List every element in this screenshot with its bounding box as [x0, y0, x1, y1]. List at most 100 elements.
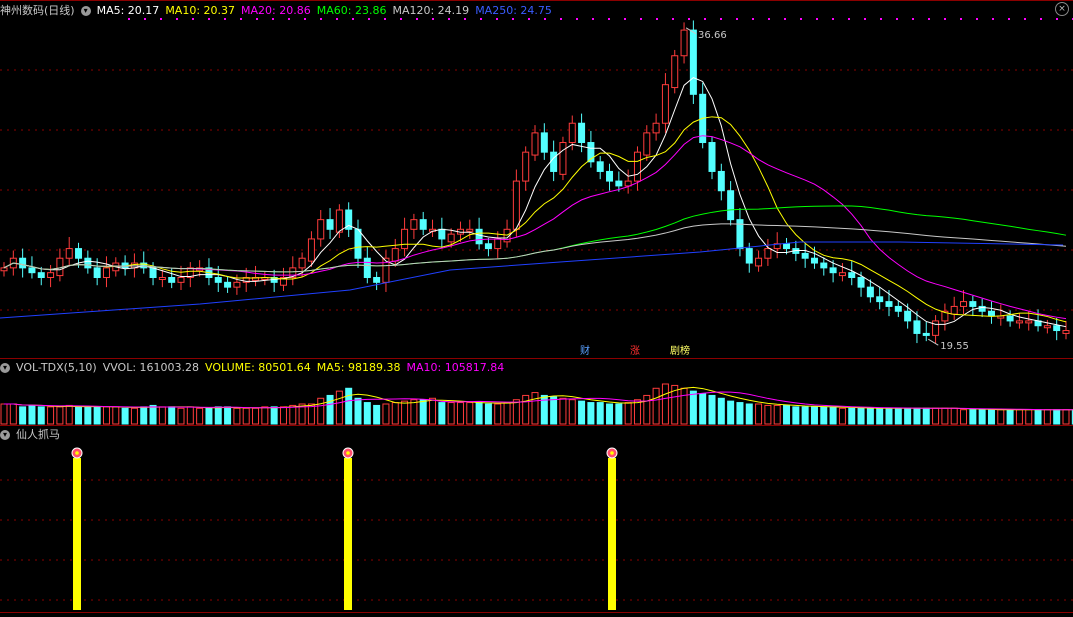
- volume-bar: [224, 406, 232, 425]
- indicator-name[interactable]: 仙人抓马: [16, 427, 60, 443]
- candle: [885, 301, 893, 307]
- volume-bar: [633, 399, 641, 425]
- volume-bar: [792, 406, 800, 425]
- candle: [866, 286, 874, 298]
- volume-bar: [652, 387, 660, 425]
- event-tag-1[interactable]: 涨: [628, 345, 642, 358]
- candle: [932, 320, 940, 336]
- signal-bar: [344, 458, 352, 610]
- candle: [652, 122, 660, 134]
- candle: [1043, 325, 1051, 329]
- dropdown-icon[interactable]: ▾: [0, 363, 10, 373]
- volume-bar: [261, 406, 269, 425]
- volume-bar: [643, 394, 651, 425]
- volume-bar: [606, 403, 614, 425]
- top-dot-marker: [1040, 18, 1042, 20]
- high-price-label: 36.66: [698, 30, 727, 41]
- candle: [596, 161, 604, 172]
- candle: [810, 257, 818, 264]
- candle: [410, 219, 418, 230]
- top-dot-marker: [992, 18, 994, 20]
- candle: [177, 277, 185, 283]
- volume-values: VVOL: 161003.28 VOLUME: 80501.64 MA5: 9818…: [103, 360, 511, 376]
- candle: [559, 142, 567, 175]
- volume-bar: [252, 407, 260, 425]
- candle: [438, 228, 446, 240]
- candle: [987, 310, 995, 317]
- candle: [708, 142, 716, 172]
- candle: [419, 219, 427, 230]
- candle: [168, 277, 176, 283]
- volume-indicator-name[interactable]: VOL-TDX(5,10): [16, 360, 97, 376]
- volume-bar: [876, 407, 884, 425]
- volume-bar: [978, 409, 986, 425]
- volume-bar: [894, 407, 902, 425]
- candle: [950, 305, 958, 315]
- volume-bar: [773, 404, 781, 425]
- volume-bar: [1006, 409, 1014, 425]
- volume-bar: [997, 409, 1005, 425]
- volume-bar: [1043, 409, 1051, 425]
- event-tag-0[interactable]: 财: [578, 345, 592, 358]
- candle: [1025, 320, 1033, 324]
- low-price-label: 19.55: [940, 341, 969, 352]
- volume-bar: [456, 402, 464, 425]
- volume-bar: [932, 407, 940, 425]
- stock-title[interactable]: 神州数码(日线): [0, 3, 75, 19]
- volume-bar: [205, 407, 213, 425]
- signal-bar: [608, 458, 616, 610]
- candle: [801, 252, 809, 259]
- dropdown-icon[interactable]: ▾: [80, 6, 91, 16]
- volume-bar: [112, 406, 120, 425]
- volume-bar: [158, 406, 166, 425]
- event-tag-2[interactable]: 剧榜: [668, 345, 692, 358]
- close-icon[interactable]: ×: [1055, 2, 1069, 16]
- volume-bar: [680, 387, 688, 425]
- volume-bar: [736, 402, 744, 425]
- candle: [224, 281, 232, 288]
- volume-bar: [466, 402, 474, 425]
- candle: [307, 238, 315, 262]
- candle: [783, 243, 791, 250]
- volume-bar: [708, 394, 716, 425]
- volume-bar: [270, 406, 278, 425]
- candle: [475, 228, 483, 245]
- candle: [848, 272, 856, 279]
- volume-bar: [484, 403, 492, 425]
- volume-bar: [987, 409, 995, 425]
- candle: [960, 301, 968, 307]
- ma-label-2: MA20: 20.86: [241, 4, 311, 17]
- volume-bar: [214, 406, 222, 425]
- volume-bar: [363, 402, 371, 425]
- top-dot-marker: [736, 18, 738, 20]
- candle: [93, 267, 101, 279]
- volume-bar: [941, 407, 949, 425]
- candle: [689, 29, 697, 95]
- volume-bar: [56, 406, 64, 425]
- top-dot-marker: [768, 18, 770, 20]
- top-dot-marker: [608, 18, 610, 20]
- flower-center: [610, 451, 614, 455]
- candle: [391, 248, 399, 262]
- volume-bar: [494, 403, 502, 425]
- kline-chart[interactable]: 36.66 19.55: [0, 0, 1073, 617]
- volume-bar: [382, 403, 390, 425]
- low-pointer: [928, 338, 939, 346]
- candle: [894, 305, 902, 312]
- volume-bar: [140, 406, 148, 425]
- candle: [1006, 315, 1014, 322]
- indicator-panel-header: ▾ 仙人抓马: [0, 427, 66, 443]
- volume-bar: [19, 406, 27, 425]
- dropdown-icon[interactable]: ▾: [0, 430, 10, 440]
- top-dot-marker: [640, 18, 642, 20]
- volume-bar: [727, 400, 735, 425]
- volume-bar: [717, 397, 725, 425]
- candle: [354, 228, 362, 259]
- top-dot-marker: [1024, 18, 1026, 20]
- candle: [102, 267, 110, 279]
- candle: [550, 151, 558, 172]
- candle: [1053, 325, 1061, 332]
- candle: [373, 277, 381, 283]
- candle: [922, 332, 930, 336]
- volume-bar: [596, 402, 604, 425]
